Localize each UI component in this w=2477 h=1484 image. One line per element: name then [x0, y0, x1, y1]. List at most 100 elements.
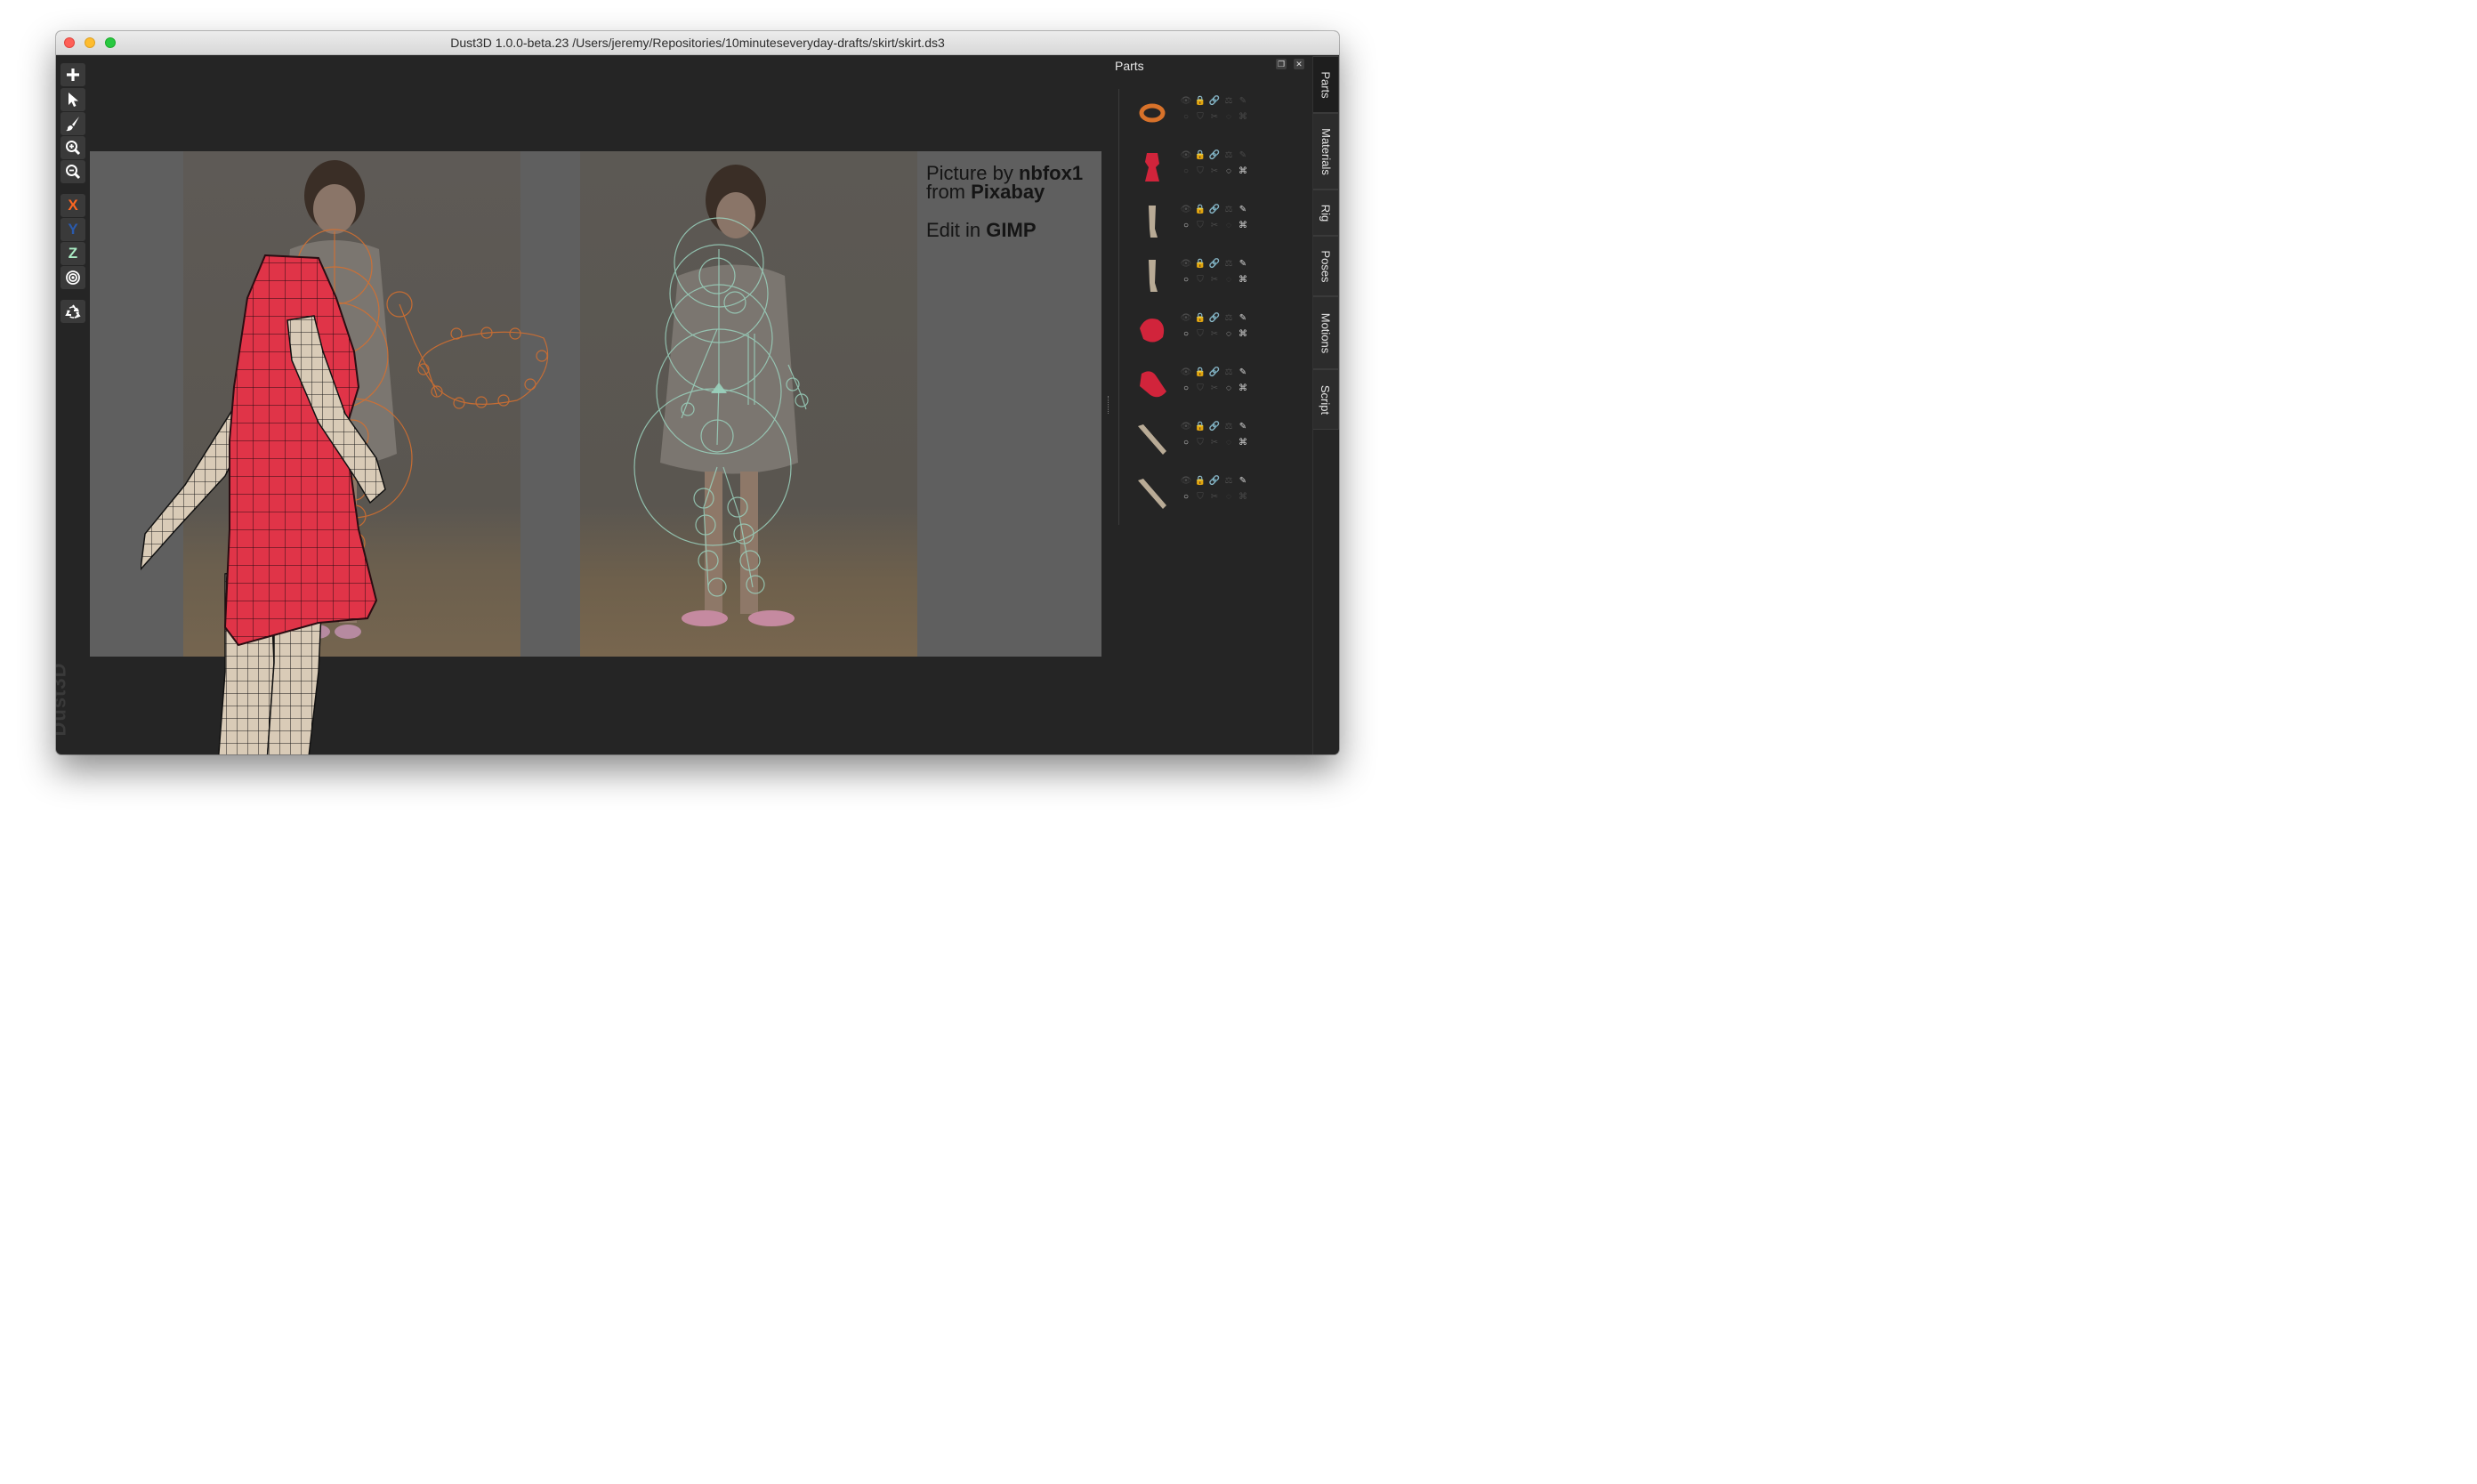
- color-picker-icon[interactable]: ✎: [1236, 93, 1250, 109]
- y-axis-lock-button[interactable]: Y: [61, 218, 85, 241]
- paint-button[interactable]: [61, 112, 85, 135]
- rounded-end-icon[interactable]: ⛉: [1193, 435, 1207, 451]
- subdivide-icon[interactable]: ○: [1179, 164, 1193, 180]
- part-row[interactable]: 👁 🔒 🔗 ⚖ ✎ ○ ⛉ ✂ ◌ ⌘: [1126, 305, 1303, 359]
- subdivide-icon[interactable]: ○: [1179, 435, 1193, 451]
- lock-icon[interactable]: 🔒: [1193, 365, 1207, 381]
- visibility-icon[interactable]: 👁: [1179, 202, 1193, 218]
- zoom-out-button[interactable]: [61, 160, 85, 183]
- part-row[interactable]: 👁 🔒 🔗 ⚖ ✎ ○ ⛉ ✂ ◌ ⌘: [1126, 468, 1303, 521]
- color-picker-icon[interactable]: ✎: [1236, 256, 1250, 272]
- part-thumbnail[interactable]: [1133, 256, 1172, 295]
- link-icon[interactable]: 🔗: [1207, 365, 1222, 381]
- rounded-end-icon[interactable]: ⛉: [1193, 272, 1207, 288]
- cut-face-icon[interactable]: ✂: [1207, 489, 1222, 505]
- cut-face-icon[interactable]: ✂: [1207, 109, 1222, 125]
- zoom-in-button[interactable]: [61, 136, 85, 159]
- mirror-icon[interactable]: ⚖: [1222, 202, 1236, 218]
- cut-face-icon[interactable]: ✂: [1207, 272, 1222, 288]
- deform-icon[interactable]: ⌘: [1236, 272, 1250, 288]
- x-axis-lock-button[interactable]: X: [61, 194, 85, 217]
- visibility-icon[interactable]: 👁: [1179, 93, 1193, 109]
- mirror-icon[interactable]: ⚖: [1222, 311, 1236, 327]
- part-row[interactable]: 👁 🔒 🔗 ⚖ ✎ ○ ⛉ ✂ ◌ ⌘: [1126, 359, 1303, 413]
- lock-icon[interactable]: 🔒: [1193, 419, 1207, 435]
- link-icon[interactable]: 🔗: [1207, 311, 1222, 327]
- subdivide-icon[interactable]: ○: [1179, 327, 1193, 343]
- deform-icon[interactable]: ⌘: [1236, 218, 1250, 234]
- mirror-icon[interactable]: ⚖: [1222, 473, 1236, 489]
- color-picker-icon[interactable]: ✎: [1236, 365, 1250, 381]
- close-icon[interactable]: ✕: [1294, 59, 1304, 69]
- chamfer-icon[interactable]: ◌: [1222, 272, 1236, 288]
- lock-icon[interactable]: 🔒: [1193, 256, 1207, 272]
- cut-face-icon[interactable]: ✂: [1207, 435, 1222, 451]
- part-row[interactable]: 👁 🔒 🔗 ⚖ ✎ ○ ⛉ ✂ ◌ ⌘: [1126, 197, 1303, 250]
- mirror-icon[interactable]: ⚖: [1222, 256, 1236, 272]
- link-icon[interactable]: 🔗: [1207, 202, 1222, 218]
- float-window-icon[interactable]: ❐: [1276, 59, 1287, 69]
- part-thumbnail[interactable]: [1133, 419, 1172, 458]
- link-icon[interactable]: 🔗: [1207, 256, 1222, 272]
- lock-icon[interactable]: 🔒: [1193, 93, 1207, 109]
- color-picker-icon[interactable]: ✎: [1236, 473, 1250, 489]
- tab-materials[interactable]: Materials: [1313, 113, 1339, 190]
- lock-icon[interactable]: 🔒: [1193, 148, 1207, 164]
- rounded-end-icon[interactable]: ⛉: [1193, 218, 1207, 234]
- tab-motions[interactable]: Motions: [1313, 296, 1339, 369]
- mirror-icon[interactable]: ⚖: [1222, 419, 1236, 435]
- cut-face-icon[interactable]: ✂: [1207, 381, 1222, 397]
- visibility-icon[interactable]: 👁: [1179, 311, 1193, 327]
- part-row[interactable]: 👁 🔒 🔗 ⚖ ✎ ○ ⛉ ✂ ◌ ⌘: [1126, 251, 1303, 304]
- visibility-icon[interactable]: 👁: [1179, 473, 1193, 489]
- chamfer-icon[interactable]: ◌: [1222, 109, 1236, 125]
- lock-icon[interactable]: 🔒: [1193, 473, 1207, 489]
- lock-icon[interactable]: 🔒: [1193, 202, 1207, 218]
- z-axis-lock-button[interactable]: Z: [61, 242, 85, 265]
- mirror-icon[interactable]: ⚖: [1222, 93, 1236, 109]
- tab-rig[interactable]: Rig: [1313, 190, 1339, 236]
- visibility-icon[interactable]: 👁: [1179, 256, 1193, 272]
- subdivide-icon[interactable]: ○: [1179, 218, 1193, 234]
- tab-poses[interactable]: Poses: [1313, 236, 1339, 296]
- mirror-icon[interactable]: ⚖: [1222, 365, 1236, 381]
- visibility-icon[interactable]: 👁: [1179, 365, 1193, 381]
- chamfer-icon[interactable]: ◌: [1222, 489, 1236, 505]
- part-row[interactable]: 👁 🔒 🔗 ⚖ ✎ ○ ⛉ ✂ ◌ ⌘: [1126, 414, 1303, 467]
- rounded-end-icon[interactable]: ⛉: [1193, 489, 1207, 505]
- part-thumbnail[interactable]: [1133, 311, 1172, 350]
- deform-icon[interactable]: ⌘: [1236, 381, 1250, 397]
- subdivide-icon[interactable]: ○: [1179, 109, 1193, 125]
- part-row[interactable]: 👁 🔒 🔗 ⚖ ✎ ○ ⛉ ✂ ◌ ⌘: [1126, 88, 1303, 141]
- part-thumbnail[interactable]: [1133, 148, 1172, 187]
- visibility-icon[interactable]: 👁: [1179, 148, 1193, 164]
- chamfer-icon[interactable]: ◌: [1222, 164, 1236, 180]
- radius-lock-button[interactable]: [61, 266, 85, 289]
- subdivide-icon[interactable]: ○: [1179, 489, 1193, 505]
- rounded-end-icon[interactable]: ⛉: [1193, 327, 1207, 343]
- tab-parts[interactable]: Parts: [1313, 56, 1339, 113]
- select-button[interactable]: [61, 88, 85, 111]
- part-thumbnail[interactable]: [1133, 365, 1172, 404]
- subdivide-icon[interactable]: ○: [1179, 381, 1193, 397]
- lock-icon[interactable]: 🔒: [1193, 311, 1207, 327]
- add-button[interactable]: [61, 63, 85, 86]
- rounded-end-icon[interactable]: ⛉: [1193, 381, 1207, 397]
- chamfer-icon[interactable]: ◌: [1222, 381, 1236, 397]
- part-row[interactable]: 👁 🔒 🔗 ⚖ ✎ ○ ⛉ ✂ ◌ ⌘: [1126, 142, 1303, 196]
- color-picker-icon[interactable]: ✎: [1236, 202, 1250, 218]
- regenerate-button[interactable]: [61, 300, 85, 323]
- subdivide-icon[interactable]: ○: [1179, 272, 1193, 288]
- cut-face-icon[interactable]: ✂: [1207, 164, 1222, 180]
- color-picker-icon[interactable]: ✎: [1236, 311, 1250, 327]
- chamfer-icon[interactable]: ◌: [1222, 327, 1236, 343]
- deform-icon[interactable]: ⌘: [1236, 109, 1250, 125]
- part-thumbnail[interactable]: [1133, 473, 1172, 512]
- visibility-icon[interactable]: 👁: [1179, 419, 1193, 435]
- cut-face-icon[interactable]: ✂: [1207, 218, 1222, 234]
- color-picker-icon[interactable]: ✎: [1236, 419, 1250, 435]
- link-icon[interactable]: 🔗: [1207, 148, 1222, 164]
- link-icon[interactable]: 🔗: [1207, 419, 1222, 435]
- link-icon[interactable]: 🔗: [1207, 93, 1222, 109]
- chamfer-icon[interactable]: ◌: [1222, 435, 1236, 451]
